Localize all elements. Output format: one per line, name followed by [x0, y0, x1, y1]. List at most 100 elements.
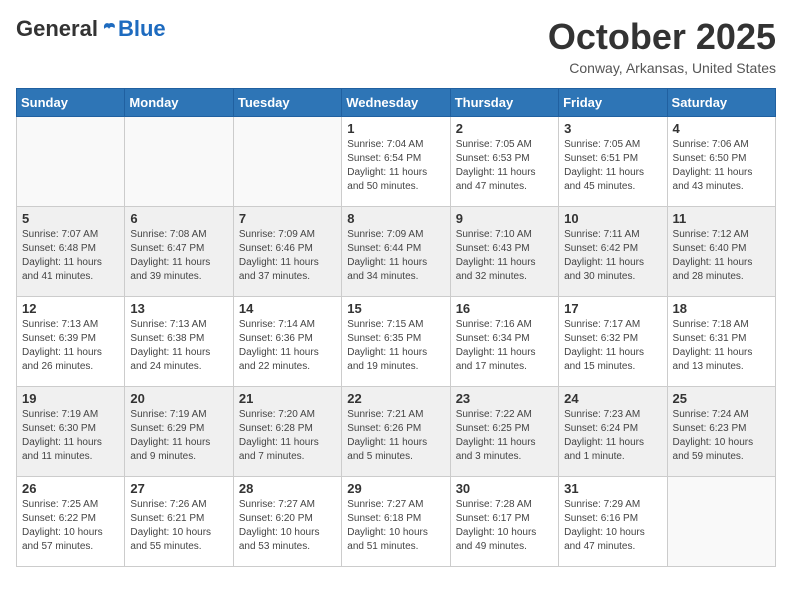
day-info: Sunrise: 7:10 AM Sunset: 6:43 PM Dayligh… — [456, 228, 553, 284]
day-info: Sunrise: 7:19 AM Sunset: 6:30 PM Dayligh… — [22, 408, 119, 464]
day-number: 28 — [239, 481, 336, 496]
logo-blue-text: Blue — [118, 16, 166, 42]
weekday-header-thursday: Thursday — [450, 89, 558, 117]
day-number: 13 — [130, 301, 227, 316]
day-info: Sunrise: 7:15 AM Sunset: 6:35 PM Dayligh… — [347, 318, 444, 374]
day-number: 7 — [239, 211, 336, 226]
calendar-week-row-5: 26 Sunrise: 7:25 AM Sunset: 6:22 PM Dayli… — [17, 477, 776, 567]
weekday-header-sunday: Sunday — [17, 89, 125, 117]
day-info: Sunrise: 7:06 AM Sunset: 6:50 PM Dayligh… — [673, 138, 770, 194]
day-number: 14 — [239, 301, 336, 316]
day-info: Sunrise: 7:16 AM Sunset: 6:34 PM Dayligh… — [456, 318, 553, 374]
calendar-cell — [667, 477, 775, 567]
calendar-cell: 2Sunrise: 7:05 AM Sunset: 6:53 PM Daylig… — [450, 117, 558, 207]
calendar-cell: 13 Sunrise: 7:13 AM Sunset: 6:38 PM Dayli… — [125, 297, 233, 387]
day-number: 26 — [22, 481, 119, 496]
day-info: Sunrise: 7:04 AM Sunset: 6:54 PM Dayligh… — [347, 138, 444, 194]
day-number: 21 — [239, 391, 336, 406]
calendar-cell: 17 Sunrise: 7:17 AM Sunset: 6:32 PM Dayli… — [559, 297, 667, 387]
location: Conway, Arkansas, United States — [548, 60, 776, 76]
calendar-cell: 6 Sunrise: 7:08 AM Sunset: 6:47 PM Daylig… — [125, 207, 233, 297]
day-info: Sunrise: 7:23 AM Sunset: 6:24 PM Dayligh… — [564, 408, 661, 464]
day-info: Sunrise: 7:12 AM Sunset: 6:40 PM Dayligh… — [673, 228, 770, 284]
calendar-cell: 9 Sunrise: 7:10 AM Sunset: 6:43 PM Daylig… — [450, 207, 558, 297]
calendar-week-row-3: 12Sunrise: 7:13 AM Sunset: 6:39 PM Dayli… — [17, 297, 776, 387]
weekday-header-monday: Monday — [125, 89, 233, 117]
calendar-cell: 18 Sunrise: 7:18 AM Sunset: 6:31 PM Dayli… — [667, 297, 775, 387]
calendar-week-row-1: 1 Sunrise: 7:04 AM Sunset: 6:54 PM Daylig… — [17, 117, 776, 207]
weekday-header-saturday: Saturday — [667, 89, 775, 117]
calendar-cell: 11 Sunrise: 7:12 AM Sunset: 6:40 PM Dayli… — [667, 207, 775, 297]
day-info: Sunrise: 7:09 AM Sunset: 6:44 PM Dayligh… — [347, 228, 444, 284]
calendar-cell: 8Sunrise: 7:09 AM Sunset: 6:44 PM Daylig… — [342, 207, 450, 297]
logo: General Blue — [16, 16, 166, 42]
day-info: Sunrise: 7:27 AM Sunset: 6:20 PM Dayligh… — [239, 498, 336, 554]
day-number: 30 — [456, 481, 553, 496]
day-number: 15 — [347, 301, 444, 316]
calendar-cell: 1 Sunrise: 7:04 AM Sunset: 6:54 PM Daylig… — [342, 117, 450, 207]
day-info: Sunrise: 7:08 AM Sunset: 6:47 PM Dayligh… — [130, 228, 227, 284]
day-number: 1 — [347, 121, 444, 136]
calendar-cell: 22 Sunrise: 7:21 AM Sunset: 6:26 PM Dayli… — [342, 387, 450, 477]
day-info: Sunrise: 7:28 AM Sunset: 6:17 PM Dayligh… — [456, 498, 553, 554]
day-number: 17 — [564, 301, 661, 316]
calendar-cell — [125, 117, 233, 207]
day-info: Sunrise: 7:24 AM Sunset: 6:23 PM Dayligh… — [673, 408, 770, 464]
day-info: Sunrise: 7:29 AM Sunset: 6:16 PM Dayligh… — [564, 498, 661, 554]
day-info: Sunrise: 7:20 AM Sunset: 6:28 PM Dayligh… — [239, 408, 336, 464]
calendar-cell: 5Sunrise: 7:07 AM Sunset: 6:48 PM Daylig… — [17, 207, 125, 297]
calendar-cell: 31 Sunrise: 7:29 AM Sunset: 6:16 PM Dayli… — [559, 477, 667, 567]
calendar-cell: 30 Sunrise: 7:28 AM Sunset: 6:17 PM Dayli… — [450, 477, 558, 567]
day-number: 31 — [564, 481, 661, 496]
calendar-cell: 20Sunrise: 7:19 AM Sunset: 6:29 PM Dayli… — [125, 387, 233, 477]
calendar-cell: 7Sunrise: 7:09 AM Sunset: 6:46 PM Daylig… — [233, 207, 341, 297]
weekday-header-tuesday: Tuesday — [233, 89, 341, 117]
day-number: 9 — [456, 211, 553, 226]
logo-general-text: General — [16, 16, 98, 42]
day-number: 5 — [22, 211, 119, 226]
day-number: 11 — [673, 211, 770, 226]
day-info: Sunrise: 7:05 AM Sunset: 6:51 PM Dayligh… — [564, 138, 661, 194]
day-info: Sunrise: 7:11 AM Sunset: 6:42 PM Dayligh… — [564, 228, 661, 284]
day-info: Sunrise: 7:14 AM Sunset: 6:36 PM Dayligh… — [239, 318, 336, 374]
day-number: 24 — [564, 391, 661, 406]
month-title: October 2025 — [548, 16, 776, 58]
title-block: October 2025 Conway, Arkansas, United St… — [548, 16, 776, 76]
weekday-header-wednesday: Wednesday — [342, 89, 450, 117]
calendar-week-row-4: 19Sunrise: 7:19 AM Sunset: 6:30 PM Dayli… — [17, 387, 776, 477]
calendar-cell: 24 Sunrise: 7:23 AM Sunset: 6:24 PM Dayli… — [559, 387, 667, 477]
logo-bird-icon — [100, 20, 118, 38]
day-info: Sunrise: 7:13 AM Sunset: 6:38 PM Dayligh… — [130, 318, 227, 374]
calendar-cell: 21 Sunrise: 7:20 AM Sunset: 6:28 PM Dayli… — [233, 387, 341, 477]
calendar-cell — [233, 117, 341, 207]
day-number: 3 — [564, 121, 661, 136]
day-number: 12 — [22, 301, 119, 316]
calendar-cell: 27Sunrise: 7:26 AM Sunset: 6:21 PM Dayli… — [125, 477, 233, 567]
day-number: 18 — [673, 301, 770, 316]
calendar-cell: 3 Sunrise: 7:05 AM Sunset: 6:51 PM Daylig… — [559, 117, 667, 207]
day-info: Sunrise: 7:27 AM Sunset: 6:18 PM Dayligh… — [347, 498, 444, 554]
calendar-table: SundayMondayTuesdayWednesdayThursdayFrid… — [16, 88, 776, 567]
day-number: 10 — [564, 211, 661, 226]
calendar-cell: 28 Sunrise: 7:27 AM Sunset: 6:20 PM Dayli… — [233, 477, 341, 567]
calendar-cell: 15 Sunrise: 7:15 AM Sunset: 6:35 PM Dayli… — [342, 297, 450, 387]
weekday-header-row: SundayMondayTuesdayWednesdayThursdayFrid… — [17, 89, 776, 117]
day-info: Sunrise: 7:21 AM Sunset: 6:26 PM Dayligh… — [347, 408, 444, 464]
calendar-cell: 14 Sunrise: 7:14 AM Sunset: 6:36 PM Dayli… — [233, 297, 341, 387]
day-number: 6 — [130, 211, 227, 226]
calendar-cell: 25Sunrise: 7:24 AM Sunset: 6:23 PM Dayli… — [667, 387, 775, 477]
day-number: 23 — [456, 391, 553, 406]
calendar-cell: 19Sunrise: 7:19 AM Sunset: 6:30 PM Dayli… — [17, 387, 125, 477]
day-info: Sunrise: 7:22 AM Sunset: 6:25 PM Dayligh… — [456, 408, 553, 464]
day-number: 29 — [347, 481, 444, 496]
calendar-cell: 10 Sunrise: 7:11 AM Sunset: 6:42 PM Dayli… — [559, 207, 667, 297]
day-info: Sunrise: 7:18 AM Sunset: 6:31 PM Dayligh… — [673, 318, 770, 374]
calendar-cell: 29 Sunrise: 7:27 AM Sunset: 6:18 PM Dayli… — [342, 477, 450, 567]
day-number: 22 — [347, 391, 444, 406]
calendar-cell: 16Sunrise: 7:16 AM Sunset: 6:34 PM Dayli… — [450, 297, 558, 387]
day-info: Sunrise: 7:17 AM Sunset: 6:32 PM Dayligh… — [564, 318, 661, 374]
day-info: Sunrise: 7:26 AM Sunset: 6:21 PM Dayligh… — [130, 498, 227, 554]
weekday-header-friday: Friday — [559, 89, 667, 117]
day-info: Sunrise: 7:25 AM Sunset: 6:22 PM Dayligh… — [22, 498, 119, 554]
day-number: 20 — [130, 391, 227, 406]
